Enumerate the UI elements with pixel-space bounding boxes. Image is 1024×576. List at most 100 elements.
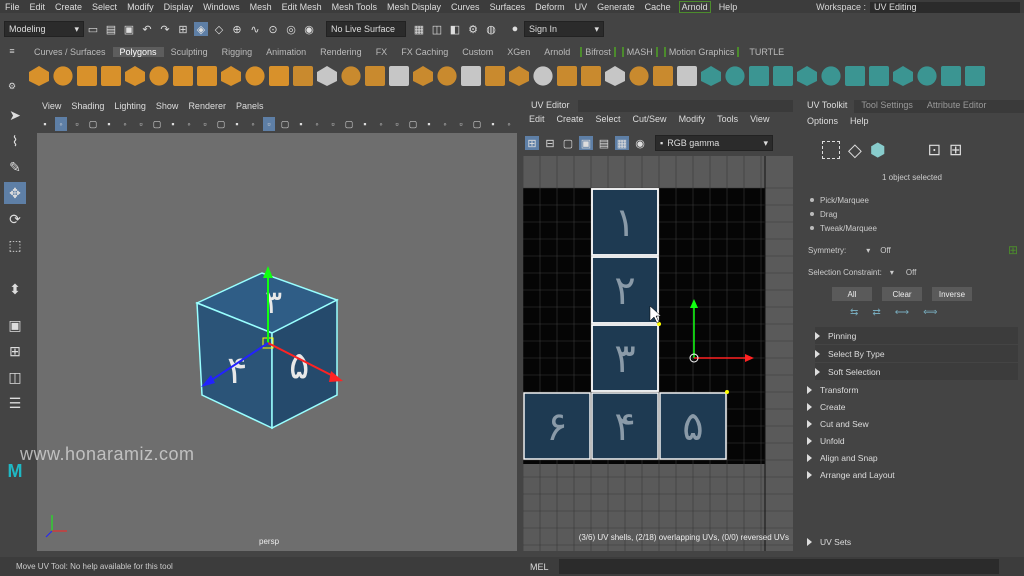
backface-icon[interactable]: ▢ (471, 117, 483, 131)
uv-checker-icon[interactable]: ▦ (615, 136, 629, 150)
symmetry-grid-icon[interactable]: ⊞ (1008, 243, 1018, 257)
mode-dropdown[interactable]: Modeling ▾ (4, 21, 84, 37)
menu-help[interactable]: Help (714, 2, 743, 12)
shelf-tab-sculpting[interactable]: Sculpting (164, 47, 215, 57)
shadows-icon[interactable]: ▫ (327, 117, 339, 131)
render-view-icon[interactable]: ◫ (430, 22, 444, 36)
crease-icon[interactable] (701, 66, 721, 86)
isolate-select-icon[interactable]: ▢ (407, 117, 419, 131)
uv-editor-canvas[interactable]: ١ ٢ ٣ ۶ ۴ ۵ (523, 156, 793, 551)
cube-icon[interactable] (53, 66, 73, 86)
select-all-button[interactable]: All (832, 287, 872, 301)
four-view-icon[interactable]: ⊞ (4, 340, 26, 362)
shelf-tab-bifrost[interactable]: Bifrost (580, 47, 616, 57)
mel-label[interactable]: MEL (530, 562, 549, 572)
shelf-tab-rendering[interactable]: Rendering (313, 47, 369, 57)
camera-select-icon[interactable]: ▪ (39, 117, 51, 131)
camera-attributes-icon[interactable]: ◦ (55, 117, 67, 131)
uv-editor-icon[interactable] (965, 66, 985, 86)
merge-icon[interactable] (653, 66, 673, 86)
y-axis-arrow[interactable] (263, 266, 273, 278)
shelf-tab-arnold[interactable]: Arnold (537, 47, 577, 57)
shrink-selection-icon[interactable]: ⇄ (872, 307, 880, 319)
section-create[interactable]: Create (807, 398, 1024, 415)
bevel-icon[interactable] (509, 66, 529, 86)
move-tool-icon[interactable]: ✥ (4, 182, 26, 204)
extrude-icon[interactable] (485, 66, 505, 86)
smooth-icon[interactable] (365, 66, 385, 86)
shelf-tab-mash[interactable]: MASH (621, 47, 658, 57)
snap-grid-icon[interactable]: ⊕ (230, 22, 244, 36)
viewport-menu-view[interactable]: View (37, 101, 66, 115)
bookmark-icon[interactable]: ▫ (71, 117, 83, 131)
live-surface-field[interactable]: No Live Surface (326, 21, 406, 37)
uv-cut-icon[interactable] (893, 66, 913, 86)
menu-windows[interactable]: Windows (198, 2, 245, 12)
ambient-occlusion-icon[interactable]: ▢ (343, 117, 355, 131)
image-plane-icon[interactable]: ▢ (87, 117, 99, 131)
xray-icon[interactable]: ▪ (423, 117, 435, 131)
viewport-menu-shading[interactable]: Shading (66, 101, 109, 115)
uv-menu-cut-sew[interactable]: Cut/Sew (627, 114, 673, 128)
chevron-down-icon[interactable]: ▾ (866, 246, 870, 255)
menu-cache[interactable]: Cache (640, 2, 676, 12)
shelf-tab-fx-caching[interactable]: FX Caching (394, 47, 455, 57)
select-object-icon[interactable]: ◈ (194, 22, 208, 36)
separate-icon[interactable] (317, 66, 337, 86)
uv-layout-icon[interactable] (773, 66, 793, 86)
motion-blur-icon[interactable]: ▪ (359, 117, 371, 131)
uv-texture-icon[interactable]: ▣ (579, 136, 593, 150)
menu-file[interactable]: File (0, 2, 25, 12)
marquee-select-icon[interactable] (822, 141, 840, 159)
uv-menu-select[interactable]: Select (590, 114, 627, 128)
select-hierarchy-icon[interactable]: ⊞ (176, 22, 190, 36)
section-arrange-and-layout[interactable]: Arrange and Layout (807, 466, 1024, 483)
use-lights-icon[interactable]: ◦ (311, 117, 323, 131)
menu-display[interactable]: Display (159, 2, 199, 12)
boolean-icon[interactable] (389, 66, 409, 86)
safe-action-icon[interactable]: ▢ (215, 117, 227, 131)
exposure-icon[interactable]: ▪ (487, 117, 499, 131)
text-icon[interactable] (245, 66, 265, 86)
select-shell-border-icon[interactable]: ⟺ (923, 307, 937, 319)
smooth-shade-icon[interactable]: ▫ (263, 117, 275, 131)
section-align-and-snap[interactable]: Align and Snap (807, 449, 1024, 466)
redo-icon[interactable]: ↷ (158, 22, 172, 36)
uv-shaded-icon[interactable]: ◉ (633, 136, 647, 150)
uv-menu-tools[interactable]: Tools (711, 114, 744, 128)
insert-loop-icon[interactable] (629, 66, 649, 86)
shelf-gear-icon[interactable]: ⚙ (8, 81, 16, 92)
wireframe-icon[interactable]: ◦ (247, 117, 259, 131)
last-tool-icon[interactable]: ⬍ (4, 278, 26, 300)
shelf-tab-xgen[interactable]: XGen (500, 47, 537, 57)
cylinder-icon[interactable] (77, 66, 97, 86)
uv-selected-point[interactable] (725, 390, 729, 394)
perspective-viewport[interactable]: ٣ ۴ ۵ persp (37, 133, 517, 551)
face-select-icon[interactable]: ⊞ (949, 140, 962, 160)
open-scene-icon[interactable]: ▤ (104, 22, 118, 36)
section-uv-sets[interactable]: UV Sets (807, 533, 851, 550)
mode-tweak-marquee[interactable]: Tweak/Marquee (810, 221, 1024, 235)
snap-point-icon[interactable]: ⊙ (266, 22, 280, 36)
render-settings-icon[interactable]: ⚙ (466, 22, 480, 36)
side-by-side-icon[interactable]: ◫ (4, 366, 26, 388)
uv-component-icon[interactable]: ▢ (561, 136, 575, 150)
uv-auto-icon[interactable] (821, 66, 841, 86)
snap-curve-icon[interactable]: ∿ (248, 22, 262, 36)
shelf-tab-polygons[interactable]: Polygons (112, 47, 164, 57)
pipe-icon[interactable] (197, 66, 217, 86)
subsection-pinning[interactable]: Pinning (815, 327, 1018, 344)
lasso-tool-icon[interactable]: ⌇ (4, 130, 26, 152)
torus-icon[interactable] (125, 66, 145, 86)
svg-icon[interactable] (269, 66, 289, 86)
shelf-tab-turtle[interactable]: TURTLE (742, 47, 791, 57)
uv-planar-icon[interactable] (797, 66, 817, 86)
grease-pencil-icon[interactable]: ◦ (119, 117, 131, 131)
viewport-menu-panels[interactable]: Panels (231, 101, 269, 115)
target-weld-icon[interactable] (557, 66, 577, 86)
fill-hole-icon[interactable] (677, 66, 697, 86)
shelf-tab-curves-surfaces[interactable]: Curves / Surfaces (27, 47, 113, 57)
anti-alias-icon[interactable]: ◦ (375, 117, 387, 131)
uv-select-icon[interactable]: ⊡ (928, 140, 941, 160)
shelf-options[interactable]: ≡ ⚙ (2, 46, 22, 92)
